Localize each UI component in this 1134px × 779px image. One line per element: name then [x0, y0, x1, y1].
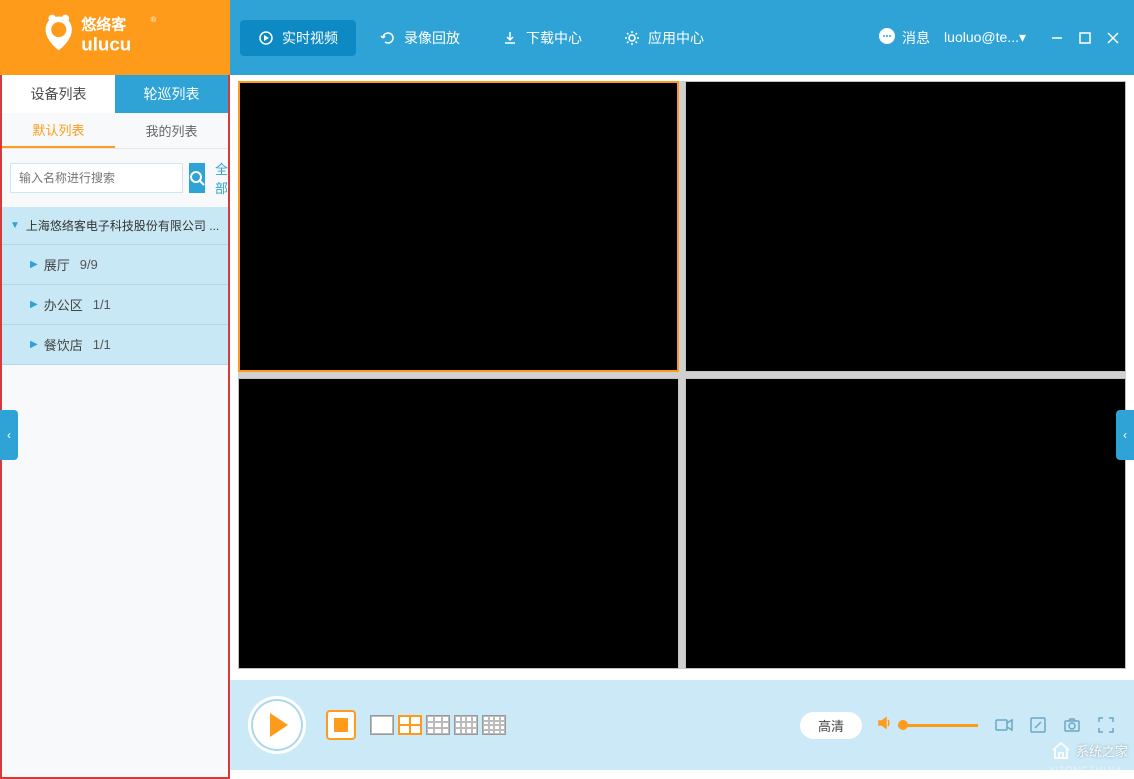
monitor-icon — [258, 30, 274, 46]
play-button[interactable] — [248, 696, 306, 754]
maximize-button[interactable] — [1076, 29, 1094, 47]
tree-item-label: 办公区 — [44, 295, 83, 314]
snapshot-button[interactable] — [1062, 715, 1082, 735]
nav-apps[interactable]: 应用中心 — [606, 20, 722, 56]
svg-text:悠络客: 悠络客 — [80, 16, 127, 34]
subtab-default[interactable]: 默认列表 — [2, 113, 115, 148]
volume-slider[interactable] — [898, 724, 978, 727]
nav-label: 应用中心 — [648, 28, 704, 48]
header: 悠络客 ulucu ® 实时视频 录像回放 下载中心 应用中心 消息 — [0, 0, 1134, 75]
account-menu[interactable]: luoluo@te...▾ — [944, 29, 1026, 46]
messages-button[interactable]: 消息 — [878, 27, 930, 48]
collapse-right-button[interactable]: ‹ — [1116, 410, 1134, 460]
nav-label: 下载中心 — [526, 28, 582, 48]
playback-bar: 高清 — [230, 680, 1134, 770]
layout-9[interactable] — [426, 715, 450, 735]
record-button[interactable] — [994, 715, 1014, 735]
subtab-mine[interactable]: 我的列表 — [115, 113, 228, 148]
video-cell-4[interactable] — [685, 378, 1126, 669]
caret-down-icon: ▼ — [10, 220, 20, 231]
search-button[interactable] — [189, 163, 205, 193]
video-grid-area — [230, 75, 1134, 675]
layout-selector — [370, 715, 506, 735]
layout-1[interactable] — [370, 715, 394, 735]
volume-control[interactable] — [876, 715, 978, 736]
tree-root-label: 上海悠络客电子科技股份有限公司 ... — [26, 217, 219, 234]
watermark: 系统之家 — [1050, 739, 1128, 761]
tree-item-count: 9/9 — [80, 257, 98, 272]
tree-item[interactable]: ▶ 办公区 1/1 — [2, 285, 228, 325]
sidebar: 设备列表 轮巡列表 默认列表 我的列表 全部 ▼ 上海悠络客电子科技股份有限公司… — [0, 75, 230, 779]
stop-icon — [334, 718, 348, 732]
edit-button[interactable] — [1028, 715, 1048, 735]
video-cell-3[interactable] — [238, 378, 679, 669]
layout-4[interactable] — [398, 715, 422, 735]
download-icon — [502, 30, 518, 46]
search-icon — [189, 170, 205, 186]
tree-item-count: 1/1 — [93, 297, 111, 312]
tree-item[interactable]: ▶ 展厅 9/9 — [2, 245, 228, 285]
layout-12[interactable] — [454, 715, 478, 735]
quality-button[interactable]: 高清 — [800, 712, 862, 739]
caret-right-icon: ▶ — [30, 259, 38, 270]
logo: 悠络客 ulucu ® — [0, 0, 230, 75]
msg-label: 消息 — [902, 28, 930, 48]
video-cell-1[interactable] — [238, 81, 679, 372]
tree-root[interactable]: ▼ 上海悠络客电子科技股份有限公司 ... — [2, 207, 228, 245]
nav: 实时视频 录像回放 下载中心 应用中心 — [230, 0, 878, 75]
sidebar-tabs: 设备列表 轮巡列表 — [2, 75, 228, 113]
chevron-left-icon: ‹ — [1123, 428, 1127, 442]
nav-live-video[interactable]: 实时视频 — [240, 20, 356, 56]
device-tree: ▼ 上海悠络客电子科技股份有限公司 ... ▶ 展厅 9/9 ▶ 办公区 1/1… — [2, 207, 228, 365]
watermark-text: 系统之家 — [1076, 741, 1128, 760]
tab-device-list[interactable]: 设备列表 — [2, 75, 115, 113]
gear-icon — [624, 30, 640, 46]
chat-icon — [878, 27, 896, 48]
window-controls — [1048, 29, 1122, 47]
layout-16[interactable] — [482, 715, 506, 735]
all-button[interactable]: 全部 — [211, 159, 232, 197]
logo-svg: 悠络客 ulucu ® — [40, 9, 190, 65]
search-row: 全部 — [2, 149, 228, 207]
tree-item-label: 餐饮店 — [44, 335, 83, 354]
svg-text:ulucu: ulucu — [81, 34, 131, 55]
svg-text:®: ® — [151, 16, 157, 25]
volume-thumb[interactable] — [898, 720, 908, 730]
tool-icons — [994, 715, 1116, 735]
nav-label: 录像回放 — [404, 28, 460, 48]
refresh-icon — [380, 30, 396, 46]
house-icon — [1050, 739, 1072, 761]
tree-item-count: 1/1 — [93, 337, 111, 352]
tree-item-label: 展厅 — [44, 255, 70, 274]
search-input[interactable] — [10, 163, 183, 193]
close-button[interactable] — [1104, 29, 1122, 47]
minimize-button[interactable] — [1048, 29, 1066, 47]
watermark-sub: XITONGZHIJIA. — [1049, 765, 1126, 775]
tab-patrol-list[interactable]: 轮巡列表 — [115, 75, 228, 113]
header-right: 消息 luoluo@te...▾ — [878, 0, 1134, 75]
sidebar-subtabs: 默认列表 我的列表 — [2, 113, 228, 149]
speaker-icon — [876, 715, 892, 736]
tree-item[interactable]: ▶ 餐饮店 1/1 — [2, 325, 228, 365]
video-cell-2[interactable] — [685, 81, 1126, 372]
nav-label: 实时视频 — [282, 28, 338, 48]
nav-playback[interactable]: 录像回放 — [362, 20, 478, 56]
video-grid — [238, 81, 1126, 669]
stop-button[interactable] — [326, 710, 356, 740]
account-label: luoluo@te...▾ — [944, 29, 1026, 46]
collapse-left-button[interactable]: ‹ — [0, 410, 18, 460]
caret-right-icon: ▶ — [30, 299, 38, 310]
nav-download[interactable]: 下载中心 — [484, 20, 600, 56]
fullscreen-button[interactable] — [1096, 715, 1116, 735]
play-icon — [270, 713, 288, 737]
caret-right-icon: ▶ — [30, 339, 38, 350]
chevron-left-icon: ‹ — [7, 428, 11, 442]
